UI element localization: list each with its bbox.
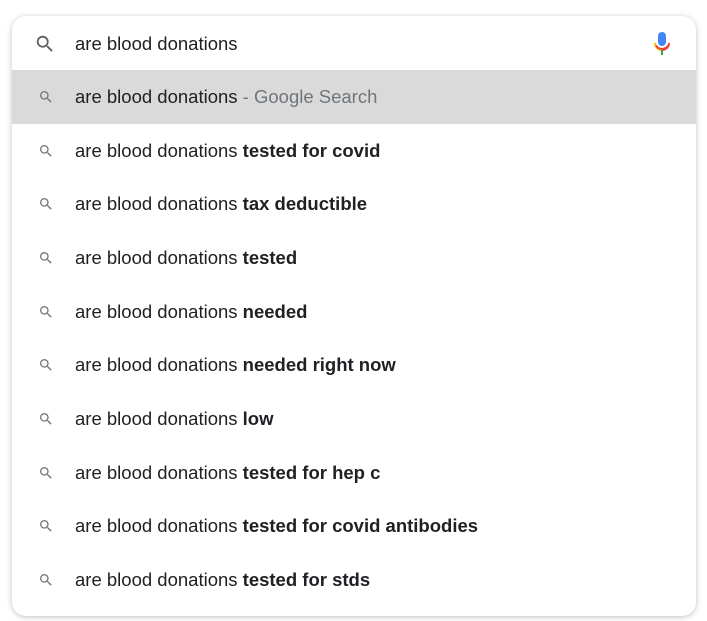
search-icon — [40, 412, 52, 425]
suggestion-prefix: are blood donations — [75, 300, 243, 322]
suggestion-text: are blood donations low — [75, 408, 274, 430]
suggestion-list: are blood donations - Google Search are b… — [12, 70, 696, 607]
suggestion-text: are blood donations needed — [75, 301, 307, 323]
suggestion-item[interactable]: are blood donations tax deductible — [12, 177, 696, 231]
suggestion-prefix: are blood donations — [75, 461, 243, 483]
suggestion-text: are blood donations tested for stds — [75, 569, 370, 591]
suggestion-completion: tested for covid antibodies — [242, 515, 479, 537]
search-icon — [40, 144, 52, 157]
suggestion-item[interactable]: are blood donations - Google Search — [12, 70, 696, 124]
suggestion-text: are blood donations tested for hep c — [75, 462, 380, 484]
search-icon — [40, 359, 52, 371]
suggestion-prefix: are blood donations — [75, 246, 243, 268]
suggestion-prefix: are blood donations — [75, 407, 243, 429]
suggestion-completion: needed right now — [242, 354, 396, 376]
suggestion-prefix: are blood donations — [75, 85, 238, 107]
suggestion-completion: needed — [242, 300, 308, 322]
search-icon — [40, 198, 52, 210]
suggestion-completion: tested for hep c — [242, 461, 381, 483]
suggestion-prefix: are blood donations — [75, 139, 243, 161]
search-icon — [36, 35, 53, 52]
suggestion-prefix: are blood donations — [75, 193, 243, 215]
suggestion-item[interactable]: are blood donations tested for stds — [12, 553, 696, 607]
suggestion-prefix: are blood donations — [75, 569, 243, 591]
suggestion-text: are blood donations tested for covid — [75, 140, 380, 162]
search-icon — [40, 574, 52, 586]
suggestion-item[interactable]: are blood donations low — [12, 392, 696, 446]
suggestion-completion: tested — [242, 246, 298, 268]
suggestion-completion: tested for stds — [242, 569, 371, 591]
suggestion-suffix: - Google Search — [237, 85, 378, 107]
search-input[interactable]: are blood donations — [75, 16, 238, 72]
suggestion-item[interactable]: are blood donations tested for covid — [12, 124, 696, 178]
suggestion-text: are blood donations tax deductible — [75, 193, 367, 215]
search-input-row[interactable]: are blood donations — [12, 16, 696, 70]
suggestion-completion: low — [242, 407, 274, 429]
suggestion-item[interactable]: are blood donations needed right now — [12, 338, 696, 392]
suggestion-text: are blood donations tested for covid ant… — [75, 515, 478, 537]
suggestion-text: are blood donations tested — [75, 247, 297, 269]
microphone-icon[interactable] — [653, 32, 671, 56]
search-icon — [40, 90, 52, 103]
search-autocomplete-box: are blood donations are blood donations … — [12, 16, 696, 616]
suggestion-completion: tested for covid — [242, 139, 381, 161]
suggestion-prefix: are blood donations — [75, 354, 243, 376]
suggestion-text: are blood donations - Google Search — [75, 86, 377, 108]
search-icon — [40, 305, 52, 318]
search-icon — [40, 466, 52, 479]
suggestion-prefix: are blood donations — [75, 515, 243, 537]
search-icon — [40, 251, 52, 264]
suggestion-item[interactable]: are blood donations tested — [12, 231, 696, 285]
suggestion-item[interactable]: are blood donations tested for hep c — [12, 446, 696, 500]
search-icon — [40, 520, 52, 533]
suggestion-completion: tax deductible — [242, 193, 368, 215]
suggestion-item[interactable]: are blood donations tested for covid ant… — [12, 500, 696, 554]
suggestion-text: are blood donations needed right now — [75, 354, 396, 376]
suggestion-item[interactable]: are blood donations needed — [12, 285, 696, 339]
